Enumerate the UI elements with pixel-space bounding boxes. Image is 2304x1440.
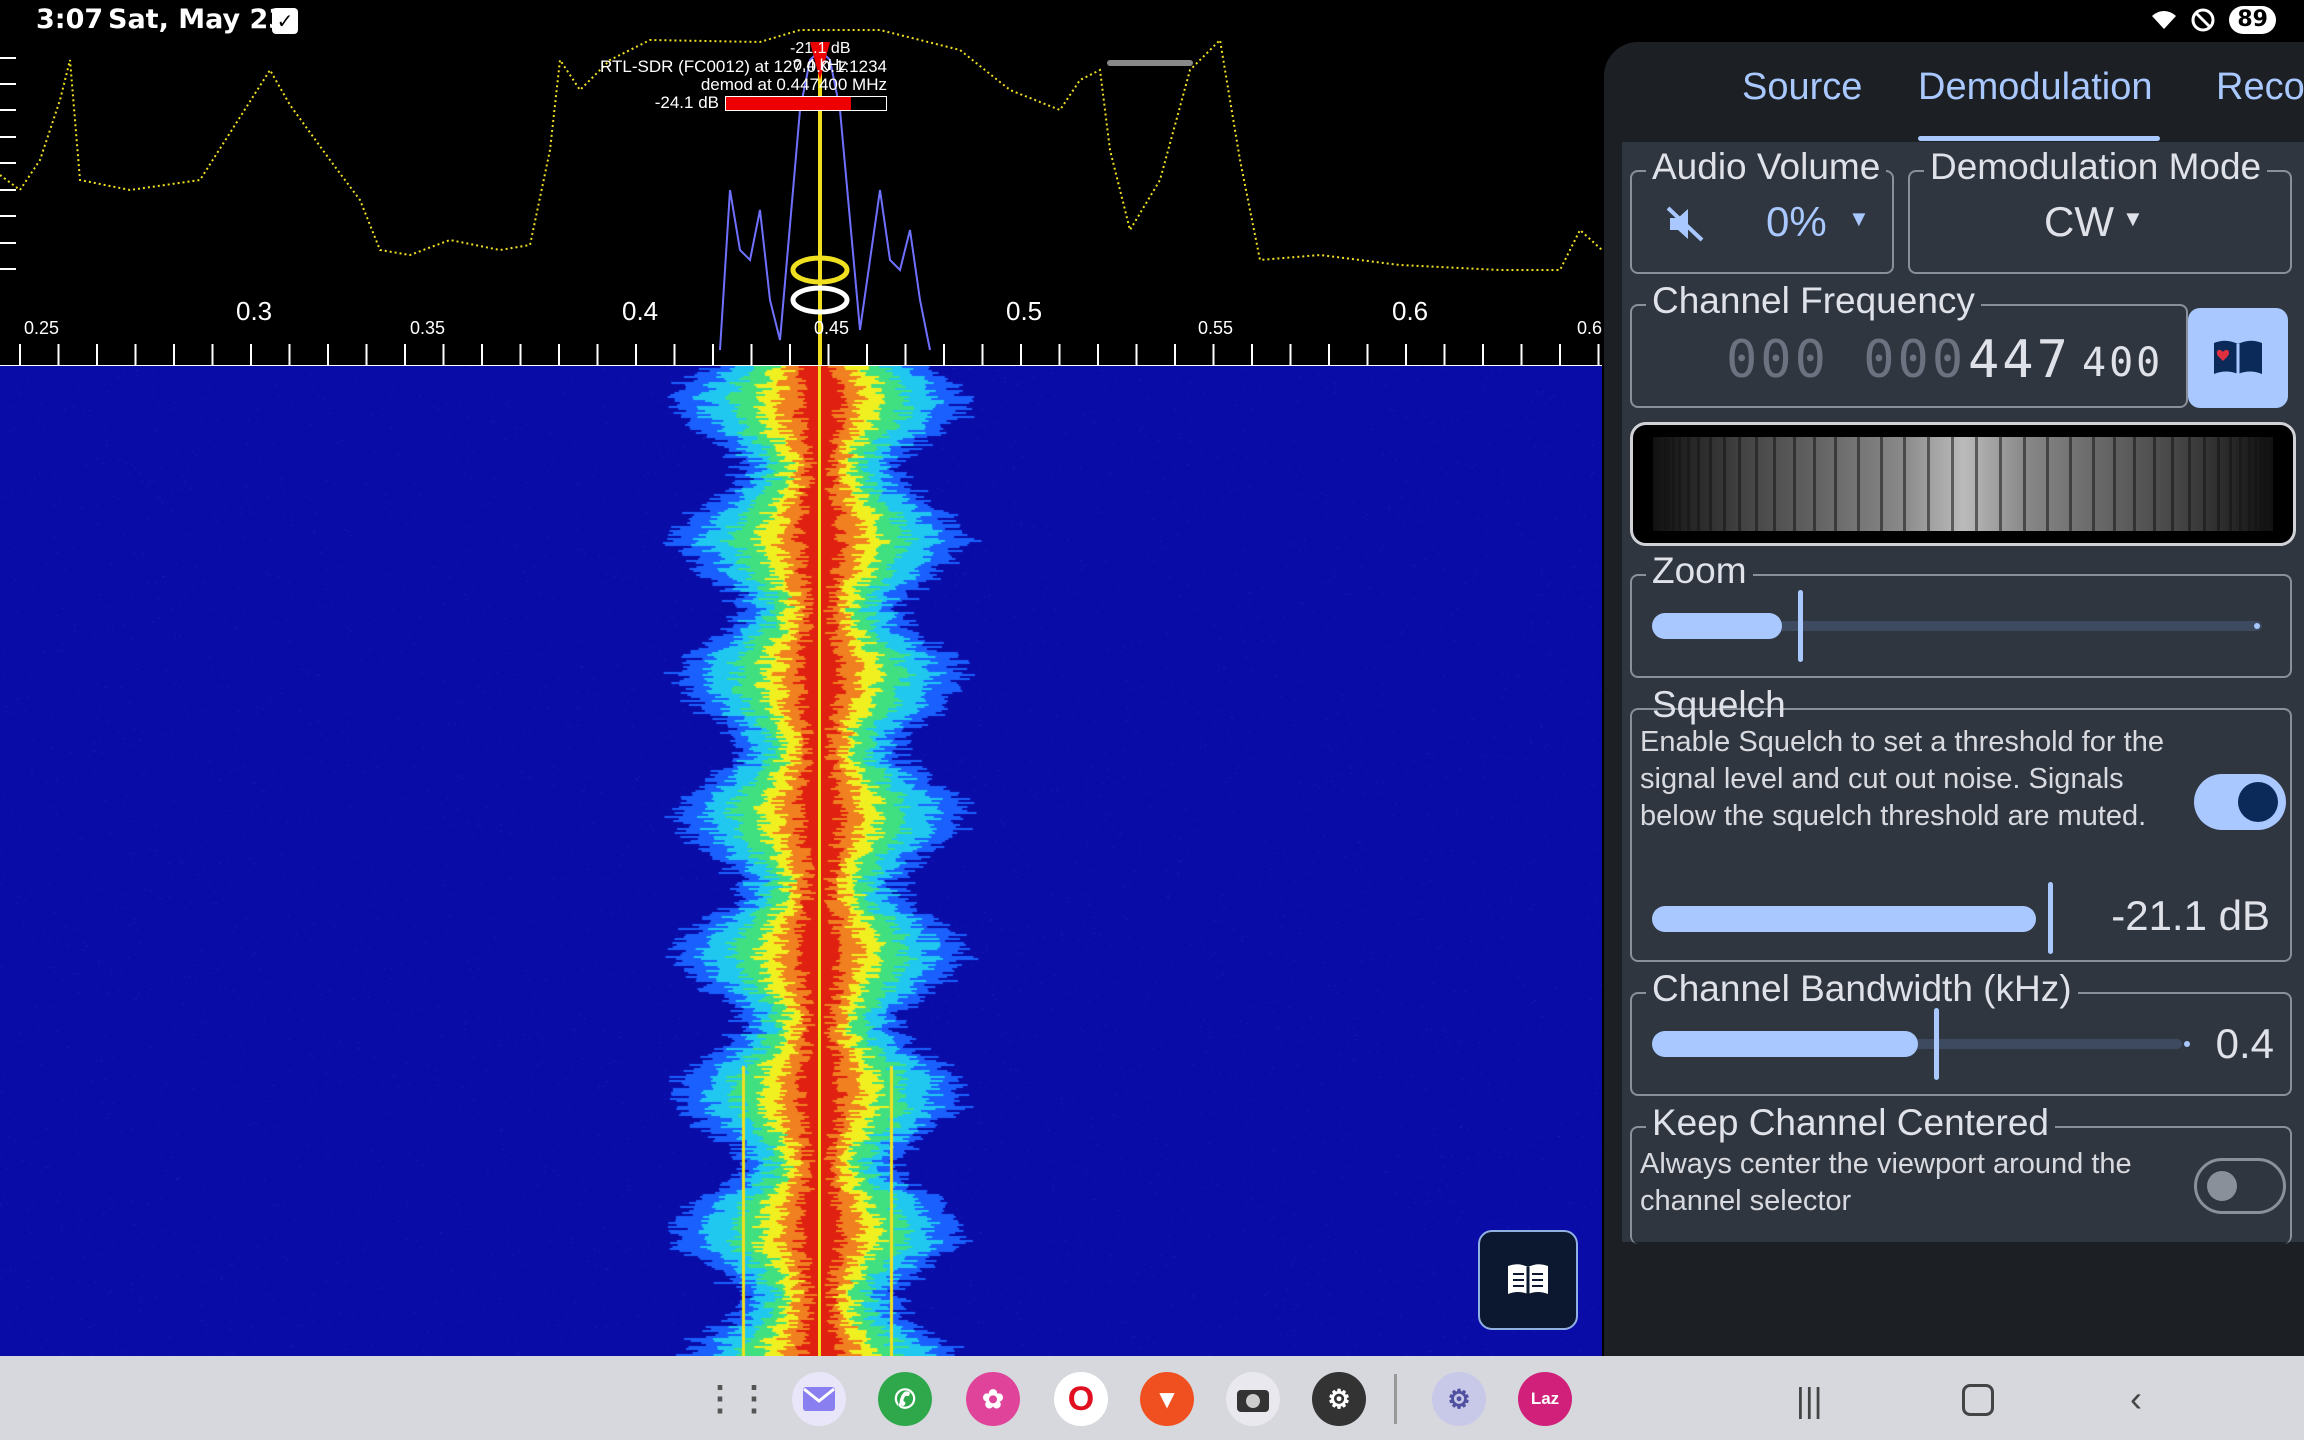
bookmark-heart-icon	[2214, 340, 2262, 374]
fft-info: RTL-SDR (FC0012) at 127.0.0.1:1234 demod…	[600, 58, 887, 112]
frequency-tick-label: 0.5	[1006, 296, 1043, 326]
frequency-tick-label: 0.35	[410, 318, 446, 338]
squelch-slider-thumb[interactable]	[2048, 882, 2053, 954]
active-tab-indicator	[1918, 136, 2160, 141]
bandwidth-slider-end-dot	[2184, 1041, 2190, 1047]
channel-frequency-field[interactable]: Channel Frequency 000 000 447 400	[1630, 280, 2188, 408]
channel-bandwidth-field: Channel Bandwidth (kHz) 0.4	[1630, 968, 2292, 1096]
mail-icon[interactable]	[792, 1372, 846, 1426]
keep-channel-centered-description: Always center the viewport around the ch…	[1640, 1148, 2132, 1217]
phone-icon[interactable]: ✆	[878, 1372, 932, 1426]
fft-spectrum[interactable]: -21.1 dB 0.4 kHz RTL-SDR (FC0012) at 127…	[0, 0, 1602, 366]
do-not-disturb-icon	[2191, 8, 2215, 32]
channel-frequency-label: Channel Frequency	[1646, 280, 1981, 322]
squelch-label: Squelch	[1652, 684, 1786, 725]
squelch-value: -21.1 dB	[2111, 892, 2270, 939]
volume-muted-icon[interactable]	[1666, 206, 1706, 242]
camera-icon[interactable]	[1226, 1372, 1280, 1426]
chevron-down-icon: ▼	[2122, 206, 2144, 231]
keep-channel-centered-label: Keep Channel Centered	[1646, 1102, 2056, 1144]
keep-channel-centered-field: Keep Channel Centered Always center the …	[1630, 1102, 2292, 1244]
back-icon[interactable]: ‹	[2130, 1378, 2142, 1420]
tab-source[interactable]: Source	[1742, 66, 1862, 109]
channel-center-line	[818, 366, 821, 1356]
chevron-down-icon: ▼	[1848, 206, 1870, 231]
frequency-tick-label: 0.25	[24, 318, 60, 338]
tuning-wheel[interactable]	[1630, 422, 2296, 546]
signal-level-bar	[725, 96, 887, 112]
dock-divider	[1394, 1374, 1397, 1424]
gallery-icon[interactable]: ✿	[966, 1372, 1020, 1426]
tab-recording[interactable]: Reco	[2216, 66, 2304, 109]
audio-volume-label: Audio Volume	[1646, 146, 1887, 188]
app-drawer-icon[interactable]: ⋮⋮	[703, 1372, 771, 1426]
wifi-icon	[2152, 11, 2177, 29]
db-readout: -24.1 dB	[654, 93, 719, 112]
demodulation-mode-value: CW	[2044, 198, 2114, 245]
book-icon	[1508, 1264, 1548, 1294]
battery-level: 89	[2229, 6, 2276, 34]
frequency-tick-label: 0.6	[1577, 318, 1603, 338]
squelch-description: Enable Squelch to set a threshold for th…	[1640, 726, 2164, 832]
keep-channel-centered-toggle[interactable]	[2194, 1158, 2286, 1214]
frequency-leading-digits: 000 000	[1726, 330, 1967, 390]
zoom-slider-end-dot	[2254, 623, 2260, 629]
frequency-tick-label: 0.3	[236, 296, 273, 326]
bandwidth-slider-thumb[interactable]	[1934, 1008, 1939, 1080]
lazada-icon[interactable]: Laz	[1518, 1372, 1572, 1426]
frequency-tick-label: 0.55	[1198, 318, 1234, 338]
settings-icon[interactable]: ⚙	[1312, 1372, 1366, 1426]
frequency-hz-digits: 400	[2082, 340, 2164, 386]
zoom-slider-fill	[1652, 613, 1782, 639]
recent-apps-icon[interactable]: |||	[1796, 1382, 1823, 1421]
demod-info: demod at 0.447400 MHz	[700, 75, 887, 94]
audio-volume-field[interactable]: Audio Volume 0% ▼	[1630, 146, 1894, 274]
settings-panel: Source Demodulation Reco Audio Volume 0%…	[1604, 42, 2304, 1356]
bookmark-frequency-button[interactable]	[2188, 308, 2288, 408]
frequency-khz-digits: 447	[1968, 330, 2071, 390]
home-icon[interactable]	[1962, 1384, 1994, 1416]
channel-bandwidth-label: Channel Bandwidth (kHz)	[1646, 968, 2078, 1010]
audio-volume-value: 0%	[1766, 198, 1827, 245]
demodulation-mode-select[interactable]: Demodulation Mode CW ▼	[1908, 146, 2292, 274]
device-info: RTL-SDR (FC0012) at 127.0.0.1:1234	[600, 57, 887, 76]
tab-demodulation[interactable]: Demodulation	[1918, 66, 2152, 109]
bandwidth-slider-fill	[1652, 1031, 1918, 1057]
galaxy-store-icon[interactable]: ⚙	[1432, 1372, 1486, 1426]
zoom-field: Zoom	[1630, 550, 2292, 678]
squelch-slider-fill	[1652, 906, 2036, 932]
waterfall[interactable]	[0, 366, 1602, 1356]
squelch-toggle[interactable]	[2194, 774, 2286, 830]
opera-icon[interactable]: O	[1054, 1372, 1108, 1426]
zoom-label: Zoom	[1646, 550, 1753, 592]
tab-bar: Source Demodulation Reco	[1604, 42, 2304, 142]
demodulation-mode-label: Demodulation Mode	[1924, 146, 2268, 188]
channel-bandwidth-value: 0.4	[2215, 1020, 2274, 1067]
bookmarks-button[interactable]	[1478, 1230, 1578, 1330]
frequency-tick-label: 0.45	[814, 318, 850, 338]
zoom-slider-thumb[interactable]	[1798, 590, 1803, 662]
frequency-tick-label: 0.6	[1392, 296, 1429, 326]
demodulation-settings: Audio Volume 0% ▼ Demodulation Mode CW ▼…	[1622, 142, 2304, 1244]
frequency-tick-label: 0.4	[622, 296, 659, 326]
brave-icon[interactable]: ▼	[1140, 1372, 1194, 1426]
squelch-field: Squelch Enable Squelch to set a threshol…	[1630, 684, 2292, 962]
